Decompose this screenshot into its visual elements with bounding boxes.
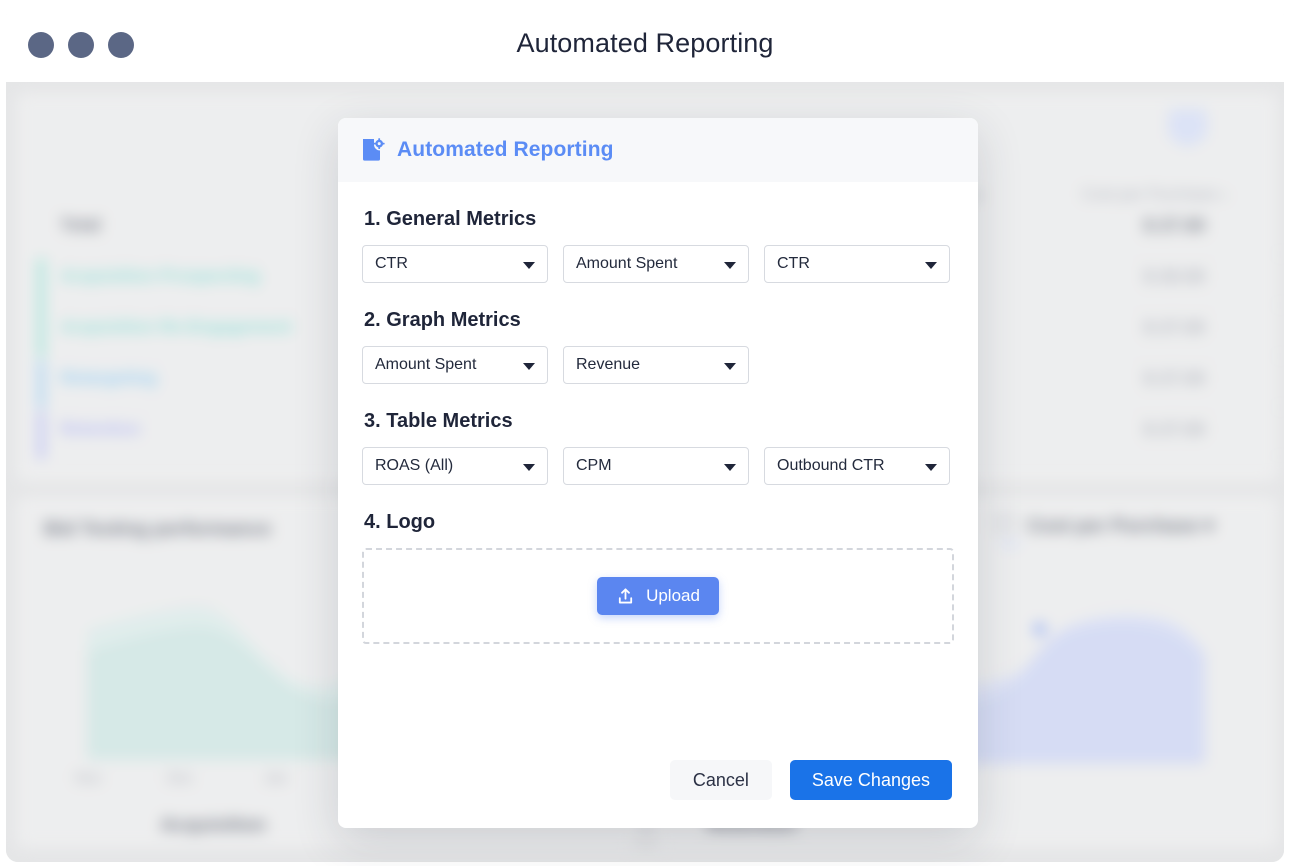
modal-body: 1. General Metrics CTR Amount Spent CTR …: [338, 182, 978, 644]
modal-footer: Cancel Save Changes: [338, 732, 978, 828]
chevron-down-icon: [724, 464, 736, 471]
graph-metric-2-value: Revenue: [576, 356, 641, 373]
general-metric-3-value: CTR: [777, 255, 810, 272]
graph-metric-1-select[interactable]: Amount Spent: [362, 346, 548, 384]
chevron-down-icon: [523, 262, 535, 269]
chevron-down-icon: [925, 464, 937, 471]
general-metric-2-value: Amount Spent: [576, 255, 678, 272]
chevron-down-icon: [523, 363, 535, 370]
chevron-down-icon: [925, 262, 937, 269]
table-metric-3-select[interactable]: Outbound CTR: [764, 447, 950, 485]
table-metric-2-value: CPM: [576, 457, 612, 474]
automated-reporting-modal: Automated Reporting 1. General Metrics C…: [338, 118, 978, 828]
maximize-dot[interactable]: [108, 32, 134, 58]
chevron-down-icon: [724, 363, 736, 370]
minimize-dot[interactable]: [68, 32, 94, 58]
modal-header: Automated Reporting: [338, 118, 978, 182]
table-metric-2-select[interactable]: CPM: [563, 447, 749, 485]
table-metric-1-value: ROAS (All): [375, 457, 454, 474]
section-heading-logo: 4. Logo: [364, 511, 436, 533]
general-metric-1-value: CTR: [375, 255, 408, 272]
window-traffic-lights: [28, 32, 134, 58]
report-gear-icon: [360, 137, 386, 163]
section-heading-graph-metrics: 2. Graph Metrics: [364, 309, 521, 331]
chevron-down-icon: [523, 464, 535, 471]
graph-metric-2-select[interactable]: Revenue: [563, 346, 749, 384]
chevron-down-icon: [724, 262, 736, 269]
general-metric-2-select[interactable]: Amount Spent: [563, 245, 749, 283]
modal-title: Automated Reporting: [397, 138, 614, 161]
upload-button-label: Upload: [646, 586, 700, 605]
table-metrics-row: ROAS (All) CPM Outbound CTR: [362, 447, 954, 485]
save-changes-button[interactable]: Save Changes: [789, 760, 952, 800]
table-metric-1-select[interactable]: ROAS (All): [362, 447, 548, 485]
section-heading-general-metrics: 1. General Metrics: [364, 208, 537, 230]
general-metric-1-select[interactable]: CTR: [362, 245, 548, 283]
app-root: Automated Reporting Cost per Purchase ▾ …: [0, 0, 1290, 866]
graph-metric-1-value: Amount Spent: [375, 356, 477, 373]
general-metric-3-select[interactable]: CTR: [764, 245, 950, 283]
section-heading-table-metrics: 3. Table Metrics: [364, 410, 513, 432]
general-metrics-row: CTR Amount Spent CTR: [362, 245, 954, 283]
cancel-button[interactable]: Cancel: [669, 760, 772, 800]
graph-metrics-row: Amount Spent Revenue: [362, 346, 954, 384]
table-metric-3-value: Outbound CTR: [777, 457, 885, 474]
window-titlebar: Automated Reporting: [6, 4, 1284, 82]
close-dot[interactable]: [28, 32, 54, 58]
logo-dropzone[interactable]: Upload: [362, 548, 954, 644]
upload-button[interactable]: Upload: [597, 577, 719, 615]
window-title: Automated Reporting: [516, 27, 774, 58]
upload-arrow-icon: [616, 587, 635, 606]
